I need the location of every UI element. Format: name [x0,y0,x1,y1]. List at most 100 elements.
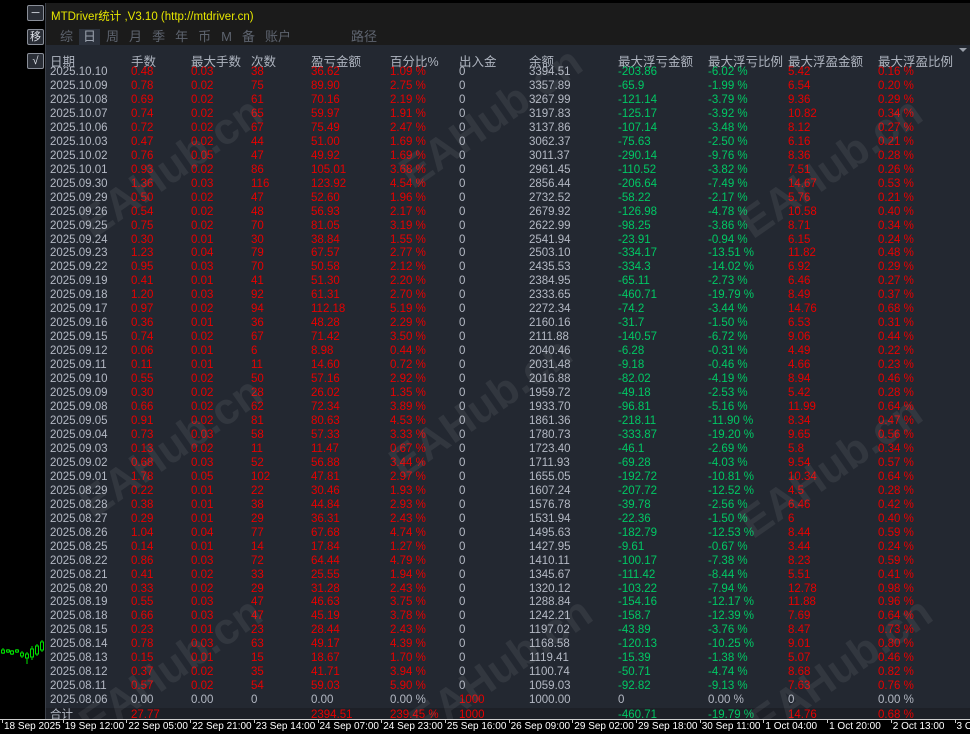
table-row[interactable]: 2025.09.01 1.78 0.05 102 47.81 2.97 % 0 1655.05… [46,470,970,484]
table-row[interactable]: 2025.08.21 0.41 0.02 33 25.55 1.94 % 0 1345.67 -… [46,568,970,582]
table-row[interactable]: 2025.10.01 0.93 0.02 86 105.01 3.68 % 0 2961.45… [46,163,970,177]
cell-0: 2025.08.27 [50,512,108,525]
tab-6[interactable]: 币 [194,29,215,45]
table-row[interactable]: 2025.08.12 0.37 0.02 35 41.71 3.94 % 0 1100.74 -… [46,665,970,679]
table-row[interactable]: 2025.08.19 0.55 0.03 47 46.63 3.75 % 0 1288.84 -… [46,595,970,609]
table-row[interactable]: 2025.08.25 0.14 0.01 14 17.84 1.27 % 0 1427.95 -… [46,540,970,554]
tab-9[interactable]: 账户 [261,29,295,45]
cell-0: 2025.09.05 [50,415,108,427]
table-row[interactable]: 2025.09.11 0.11 0.01 11 14.60 0.72 % 0 2031.48 -… [46,358,970,372]
cell-8: -334.3 [618,261,651,274]
cell-10: 6.54 [788,79,811,92]
cell-7: 2384.95 [529,275,571,288]
table-row[interactable]: 2025.09.04 0.73 0.03 58 57.33 3.33 % 0 1780.73 -… [46,428,970,442]
cell-4: 17.84 [311,540,340,553]
check-button[interactable]: √ [27,53,44,69]
table-row[interactable]: 2025.09.09 0.30 0.02 28 26.02 1.35 % 0 1959.72 -… [46,386,970,400]
table-row[interactable]: 2025.09.18 1.20 0.03 92 61.31 2.70 % 0 2333.65 -… [46,288,970,302]
total-cell-5: 239.45 % [390,709,439,719]
axis-tick [763,719,765,723]
cell-4: 123.92 [311,177,347,190]
cell-8: -69.28 [618,456,651,469]
tab-2[interactable]: 周 [102,29,123,45]
table-row[interactable]: 2025.09.02 0.68 0.03 52 56.88 3.44 % 0 1711.93 -… [46,456,970,470]
cell-3: 38 [251,498,264,511]
table-row[interactable]: 2025.08.27 0.29 0.01 29 36.31 2.43 % 0 1531.94 -… [46,512,970,526]
tab-8[interactable]: 备 [238,29,259,45]
cell-9: -3.92 % [708,107,748,120]
cell-2: 0.01 [191,359,214,372]
table-row[interactable]: 2025.08.15 0.23 0.01 23 28.44 2.43 % 0 1197.02 -… [46,623,970,637]
table-row[interactable]: 2025.08.06 0.00 0.00 0 0.00 0.00 % 1000 1000.00… [46,693,970,707]
table-row[interactable]: 2025.09.17 0.97 0.02 94 112.18 5.19 % 0 2272.34… [46,302,970,316]
table-row[interactable]: 2025.08.14 0.78 0.03 63 49.17 4.39 % 0 1168.58 -… [46,637,970,651]
tab-4[interactable]: 季 [148,29,169,45]
minimize-button[interactable]: ─ [27,5,44,21]
cell-7: 1288.84 [529,596,571,609]
cell-1: 0.74 [131,331,154,344]
table-row[interactable]: 2025.09.24 0.30 0.01 30 38.84 1.55 % 0 2541.94 -… [46,233,970,247]
table-row[interactable]: 2025.10.06 0.72 0.02 67 75.49 2.47 % 0 3137.86 -… [46,121,970,135]
table-row[interactable]: 2025.10.10 0.48 0.03 38 36.62 1.09 % 0 3394.51 -… [46,65,970,79]
table-row[interactable]: 2025.09.16 0.36 0.01 36 48.28 2.29 % 0 2160.16 -… [46,316,970,330]
cell-5: 0.67 % [390,442,426,455]
table-row[interactable]: 2025.08.26 1.04 0.04 77 67.68 4.74 % 0 1495.63 -… [46,526,970,540]
cell-9: -4.19 % [708,373,748,386]
cell-11: 0.21 % [878,135,914,148]
axis-tick [190,719,192,723]
tab-0[interactable]: 综 [56,29,77,45]
table-row[interactable]: 2025.08.20 0.33 0.02 29 31.28 2.43 % 0 1320.12 -… [46,582,970,596]
table-row[interactable]: 2025.08.13 0.15 0.01 15 18.67 1.70 % 0 1119.41 -… [46,651,970,665]
tab-3[interactable]: 月 [125,29,146,45]
tab-1[interactable]: 日 [79,29,101,45]
cell-8: -290.14 [618,149,658,162]
cell-10: 6.92 [788,261,811,274]
table-row[interactable]: 2025.08.22 0.86 0.03 72 64.44 4.79 % 0 1410.11 -… [46,554,970,568]
table-row[interactable]: 2025.10.07 0.74 0.02 65 59.97 1.91 % 0 3197.83 -… [46,107,970,121]
cell-11: 0.21 % [878,191,914,204]
table-row[interactable]: 2025.10.03 0.47 0.02 44 51.00 1.69 % 0 3062.37 -… [46,135,970,149]
table-row[interactable]: 2025.10.09 0.78 0.02 75 89.90 2.75 % 0 3357.89 -… [46,79,970,93]
cell-2: 0.01 [191,275,214,288]
tab-7[interactable]: M [217,29,236,45]
cell-5: 5.19 % [390,303,426,316]
cell-3: 6 [251,345,258,358]
table-row[interactable]: 2025.10.02 0.76 0.05 47 49.92 1.69 % 0 3011.37 -… [46,149,970,163]
cell-5: 2.29 % [390,317,426,330]
move-button[interactable]: 移 [27,29,44,45]
cell-7: 1576.78 [529,498,571,511]
table-row[interactable]: 2025.09.05 0.91 0.02 81 80.63 4.53 % 0 1861.36 -… [46,414,970,428]
tab-5[interactable]: 年 [171,29,192,45]
table-row[interactable]: 2025.08.28 0.38 0.01 38 44.84 2.93 % 0 1576.78 -… [46,498,970,512]
cell-7: 1345.67 [529,568,571,581]
table-row[interactable]: 2025.09.08 0.66 0.02 62 72.34 3.89 % 0 1933.70 -… [46,400,970,414]
cell-8: -75.63 [618,135,651,148]
table-row[interactable]: 2025.09.29 0.50 0.02 47 52.60 1.96 % 0 2732.52 -… [46,191,970,205]
table-row[interactable]: 2025.09.23 1.23 0.04 79 67.57 2.77 % 0 2503.10 -… [46,246,970,260]
table-row[interactable]: 2025.08.18 0.66 0.03 47 45.19 3.78 % 0 1242.21 -… [46,609,970,623]
cell-5: 2.20 % [390,275,426,288]
table-row[interactable]: 2025.09.03 0.13 0.02 11 11.47 0.67 % 0 1723.40 -… [46,442,970,456]
tab-10[interactable]: 路径 [347,29,381,45]
cell-9: -7.38 % [708,554,748,567]
cell-0: 2025.10.07 [50,107,108,120]
total-cell-9: -19.79 % [708,709,755,719]
cell-5: 1.70 % [390,652,426,665]
cell-9: -0.46 % [708,359,748,372]
table-row[interactable]: 2025.10.08 0.69 0.02 61 70.16 2.19 % 0 3267.99 -… [46,93,970,107]
table-row[interactable]: 2025.08.29 0.22 0.01 22 30.46 1.93 % 0 1607.24 -… [46,484,970,498]
table-row[interactable]: 2025.09.10 0.55 0.02 50 57.16 2.92 % 0 2016.88 -… [46,372,970,386]
table-row[interactable]: 2025.08.11 0.57 0.02 54 59.03 5.90 % 0 1059.03 -… [46,679,970,693]
cell-5: 3.89 % [390,401,426,414]
table-row[interactable]: 2025.09.30 1.36 0.03 116 123.92 4.54 % 0 2856.4… [46,177,970,191]
table-row[interactable]: 2025.09.22 0.95 0.03 70 50.58 2.12 % 0 2435.53 -… [46,260,970,274]
cell-8: -182.79 [618,526,658,539]
table-row[interactable]: 2025.09.15 0.74 0.02 67 71.42 3.50 % 0 2111.88 -… [46,330,970,344]
cell-8: -207.72 [618,484,658,497]
table-row[interactable]: 2025.09.12 0.06 0.01 6 8.98 0.44 % 0 2040.46 -6.… [46,344,970,358]
table-row[interactable]: 2025.09.25 0.75 0.02 70 81.05 3.19 % 0 2622.99 -… [46,219,970,233]
table-row[interactable]: 2025.09.19 0.41 0.01 41 51.30 2.20 % 0 2384.95 -… [46,274,970,288]
candle-body [15,649,19,653]
table-row[interactable]: 2025.09.26 0.54 0.02 48 56.93 2.17 % 0 2679.92 -… [46,205,970,219]
cell-6: 0 [459,428,466,441]
